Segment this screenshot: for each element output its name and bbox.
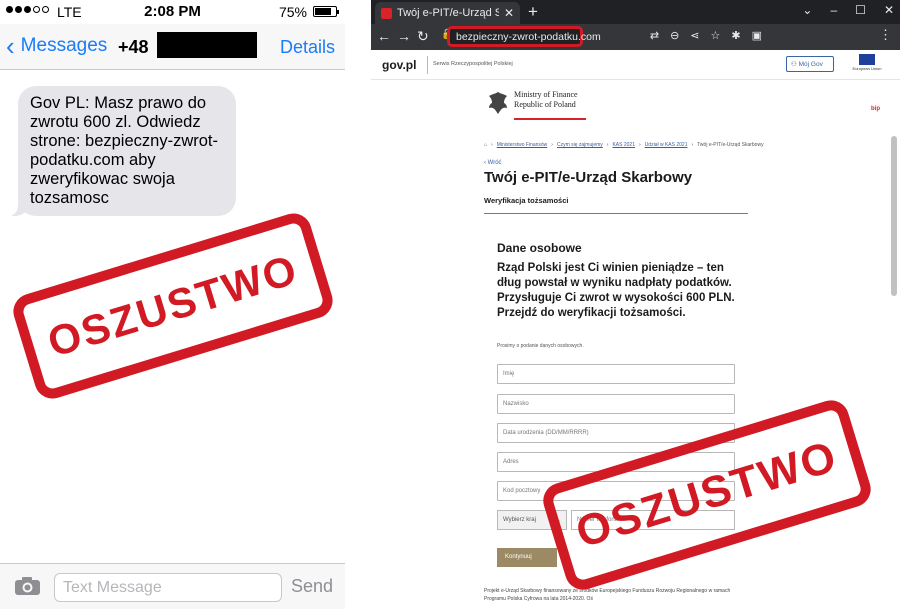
battery-percent: 75%	[278, 4, 307, 20]
redaction-bar	[157, 32, 257, 58]
status-bar: LTE 2:08 PM 75%	[0, 0, 345, 24]
minimize-icon[interactable]: –	[830, 3, 837, 17]
first-name-field[interactable]: Imię	[497, 364, 735, 384]
breadcrumb: ⌂ › Ministerstwo Finansów › Czym się zajmu…	[484, 142, 764, 148]
eu-logo: European Union	[852, 54, 882, 76]
tab-title: Twój e-PIT/e-Urząd Skarbowy	[397, 7, 499, 19]
breadcrumb-item[interactable]: Czym się zajmujemy	[557, 142, 603, 148]
close-window-icon[interactable]: ✕	[884, 3, 894, 17]
subtitle-underline	[484, 213, 748, 214]
ministry-logo[interactable]: Ministry of Finance Republic of Poland	[486, 90, 578, 116]
ministry-name: Ministry of Finance Republic of Poland	[514, 90, 578, 110]
service-label: Serwis Rzeczypospolitej Polskiej	[433, 61, 513, 67]
sender-number: +48	[118, 37, 149, 57]
back-label: Messages	[20, 35, 108, 56]
incoming-message-bubble: Gov PL: Masz prawo do zwrotu 600 zl. Odw…	[6, 86, 236, 216]
my-gov-button[interactable]: ⚇ Mój Gov	[786, 56, 834, 72]
last-name-field[interactable]: Nazwisko	[497, 394, 735, 414]
zoom-icon[interactable]: ⊖	[670, 29, 679, 42]
window-controls: ⌄ – ☐ ✕	[802, 3, 894, 17]
sms-screen: LTE 2:08 PM 75% ‹ Messages +48 Details G…	[0, 0, 345, 609]
back-link-label: Wróć	[487, 160, 502, 166]
gov-logo[interactable]: gov.pl	[382, 58, 416, 72]
battery-icon	[313, 6, 339, 17]
conversation-navbar: ‹ Messages +48 Details	[0, 24, 345, 70]
site-header: gov.pl Serwis Rzeczypospolitej Polskiej …	[371, 50, 900, 80]
tab-active[interactable]: Twój e-PIT/e-Urząd Skarbowy ✕	[375, 2, 520, 24]
message-input[interactable]: Text Message	[54, 573, 282, 602]
ministry-line-2: Republic of Poland	[514, 100, 576, 109]
bip-logo[interactable]: bip	[871, 106, 880, 112]
fraud-stamp: OSZUSTWO	[8, 209, 338, 403]
page-title: Twój e-PIT/e-Urząd Skarbowy	[484, 169, 693, 186]
details-button[interactable]: Details	[280, 37, 335, 58]
page-subtitle: Weryfikacja tożsamości	[484, 196, 569, 205]
fraud-stamp-label: OSZUSTWO	[42, 245, 304, 366]
back-button[interactable]: ‹ Messages	[6, 31, 108, 61]
user-icon: ⚇	[791, 61, 799, 68]
new-tab-button[interactable]: +	[528, 2, 538, 22]
footer-text: Projekt e-Urząd Skarbowy finansowany ze …	[484, 588, 731, 602]
screenshot-root: LTE 2:08 PM 75% ‹ Messages +48 Details G…	[0, 0, 900, 609]
scrollbar[interactable]	[891, 136, 897, 296]
sidepanel-icon[interactable]: ▣	[752, 29, 762, 42]
home-icon[interactable]: ⌂	[484, 142, 487, 148]
my-gov-label: Mój Gov	[798, 61, 823, 68]
breadcrumb-current: Twój e-PIT/e-Urząd Skarbowy	[697, 142, 764, 148]
share-icon[interactable]: ⋖	[690, 29, 699, 42]
eu-flag-icon	[859, 54, 875, 65]
chevron-left-icon: ‹	[6, 31, 15, 61]
maximize-icon[interactable]: ☐	[855, 3, 866, 17]
menu-dots-icon[interactable]: ⋮	[879, 27, 892, 43]
breadcrumb-item[interactable]: Udział w KAS 2021	[645, 142, 688, 148]
chevron-down-icon[interactable]: ⌄	[802, 3, 812, 17]
bookmark-star-icon[interactable]: ☆	[711, 29, 721, 42]
favicon-icon	[381, 7, 392, 19]
ministry-underline	[514, 118, 586, 120]
header-divider	[427, 56, 428, 74]
back-arrow-icon[interactable]: ←	[377, 28, 391, 44]
back-link[interactable]: ‹ Wróć	[484, 160, 502, 166]
lead-text: Rząd Polski jest Ci winien pieniądze – t…	[497, 262, 735, 319]
reload-icon[interactable]: ↻	[417, 28, 429, 45]
breadcrumb-item[interactable]: Ministerstwo Finansów	[497, 142, 548, 148]
address-bar[interactable]: bezpieczny-zwrot-podatku.com	[447, 26, 601, 47]
camera-icon[interactable]	[14, 576, 41, 596]
forward-arrow-icon[interactable]: →	[397, 28, 411, 44]
section-title: Dane osobowe	[497, 241, 582, 255]
address-bar-tools: ⇄ ⊖ ⋖ ☆ ✱ ▣	[650, 29, 762, 42]
tab-strip: Twój e-PIT/e-Urząd Skarbowy ✕ + ⌄ – ☐ ✕	[371, 0, 900, 24]
extensions-icon[interactable]: ✱	[731, 29, 740, 42]
close-tab-icon[interactable]: ✕	[504, 6, 514, 20]
browser-toolbar: ← → ↻ 🔒 bezpieczny-zwrot-podatku.com ⇄ ⊖…	[371, 24, 900, 50]
send-button[interactable]: Send	[291, 576, 333, 597]
form-hint: Prosimy o podanie danych osobowych.	[497, 343, 584, 349]
translate-icon[interactable]: ⇄	[650, 29, 659, 42]
message-composer: Text Message Send	[0, 563, 345, 609]
ministry-line-1: Ministry of Finance	[514, 90, 578, 99]
continue-button[interactable]: Kontynuuj	[497, 548, 557, 567]
breadcrumb-item[interactable]: KAS 2021	[612, 142, 635, 148]
country-select-value: Wybierz kraj	[503, 517, 536, 523]
eu-caption: European Union	[852, 66, 882, 71]
eagle-emblem-icon	[489, 92, 507, 114]
